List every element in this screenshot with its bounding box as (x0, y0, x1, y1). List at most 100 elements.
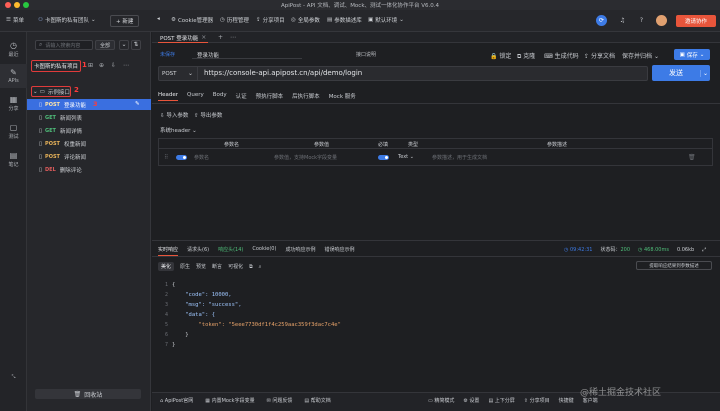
tab-body[interactable]: Body (213, 92, 227, 101)
copy-icon[interactable]: ⧉ (249, 264, 253, 270)
view-raw[interactable]: 原生 (180, 263, 190, 270)
filter-select[interactable]: 全部 (95, 40, 115, 50)
footer-link-website[interactable]: ⌂ ApiPost官网 (160, 397, 193, 404)
team-selector[interactable]: ⚇ 卡图斯的私有团队 ⌄ (38, 16, 96, 24)
view-preview[interactable]: 预览 (196, 263, 206, 270)
url-input[interactable]: https://console-api.apipost.cn/api/demo/… (204, 69, 362, 77)
tab-mock[interactable]: Mock 服务 (329, 92, 356, 101)
close-icon[interactable]: × (201, 34, 206, 41)
clone-button[interactable]: ⧉ 克隆 (517, 51, 535, 61)
search-icon[interactable]: ⌕ (259, 264, 262, 270)
import-params-button[interactable]: ⇩ 导入参数 (160, 111, 188, 119)
add-tab-icon[interactable]: + (218, 34, 223, 41)
folder-row[interactable]: ⌄ ▭ 示例接口 (27, 86, 151, 97)
tab-login[interactable]: POST 登录功能 × (158, 33, 209, 43)
import-icon[interactable]: ⇩ (111, 62, 116, 69)
split-screen-button[interactable]: ▤ 上下分屏 (488, 397, 514, 404)
nav-cookie-manager[interactable]: ⚙ Cookie管理器 (171, 16, 213, 24)
list-item[interactable]: ▯ GET 新闻列表 (27, 112, 151, 123)
tab-error-example[interactable]: 错误响应示例 (324, 246, 354, 256)
required-toggle[interactable] (378, 155, 389, 160)
filter-icon[interactable]: ⌄ (119, 40, 129, 50)
delete-icon[interactable]: 🗑 (688, 154, 696, 161)
menu-button[interactable]: ☰ 菜单 (6, 16, 24, 24)
doc-type[interactable]: 接口说明 (356, 51, 376, 58)
rail-item-test[interactable]: ▢ 测试 (0, 120, 27, 142)
param-name-input[interactable]: 参数名 (194, 154, 209, 161)
tab-auth[interactable]: 认证 (236, 92, 247, 101)
environment-selector[interactable]: ▣ 默认环境 ⌄ (368, 16, 404, 24)
nav-history[interactable]: ◷ 历程管理 (220, 16, 249, 24)
settings-button[interactable]: ⚙ 设置 (463, 397, 479, 404)
window-controls[interactable] (5, 2, 29, 8)
nav-share-project[interactable]: ⇪ 分享项目 (256, 16, 285, 24)
tab-request-headers[interactable]: 请求头(6) (187, 246, 209, 256)
export-params-button[interactable]: ⇧ 导出参数 (194, 111, 222, 119)
extract-params-button[interactable]: 提取响应结果到参数描述 (636, 261, 712, 270)
sort-icon[interactable]: ⇅ (131, 40, 141, 50)
tab-success-example[interactable]: 成功响应示例 (285, 246, 315, 256)
enable-toggle[interactable] (176, 155, 187, 160)
new-folder-icon[interactable]: ⊞ (88, 62, 93, 69)
recycle-bin-button[interactable]: 🗑 回收站 (35, 389, 141, 399)
compact-mode-button[interactable]: ▭ 精简模式 (428, 397, 454, 404)
nav-param-library[interactable]: ▤ 参数描述库 (327, 16, 362, 24)
lock-button[interactable]: 🔒 锁定 (490, 51, 511, 60)
generate-code-button[interactable]: ⌨ 生成代码 (544, 51, 579, 60)
chevron-down-icon[interactable]: ⌄ (700, 69, 710, 77)
rail-item-notes[interactable]: ▤ 笔记 (0, 148, 27, 170)
collapse-icon[interactable]: ⤡ (0, 374, 27, 384)
tab-realtime-response[interactable]: 实时响应 (158, 246, 179, 256)
rail-item-apis[interactable]: ✎ APIs (0, 64, 27, 88)
drag-handle-icon[interactable]: ⠿ (164, 154, 168, 161)
list-item[interactable]: ▯ POST 权重新闻 (27, 138, 151, 149)
invite-button[interactable]: 邀请协作 (676, 15, 716, 27)
tab-menu-icon[interactable]: ⋯ (230, 34, 236, 41)
expand-icon[interactable]: ⤢ (702, 247, 706, 253)
tab-query[interactable]: Query (187, 92, 204, 101)
list-item[interactable]: ▯ POST 登录功能 3 ✎ (27, 99, 151, 110)
system-header-toggle[interactable]: 系统header ⌄ (160, 126, 197, 134)
client-button[interactable]: 客户端 (583, 397, 598, 404)
view-pretty[interactable]: 美化 (158, 262, 175, 271)
share-project-button[interactable]: ⇪ 分享项目 (524, 397, 550, 404)
param-value-input[interactable]: 参数值，支持Mock字段变量 (274, 154, 337, 161)
save-archive-button[interactable]: 保存并归档 ⌄ (622, 51, 659, 60)
share-doc-button[interactable]: ⇪ 分享文档 (584, 51, 615, 60)
new-button[interactable]: + 新建 (110, 15, 140, 27)
maximize-window-icon[interactable] (23, 2, 29, 8)
avatar[interactable] (656, 15, 667, 26)
more-icon[interactable]: ⋯ (123, 62, 129, 69)
sync-icon[interactable]: ⟳ (596, 15, 607, 26)
tab-post-script[interactable]: 后执行脚本 (292, 92, 320, 101)
nav-global-params[interactable]: ◎ 全局参数 (291, 16, 320, 24)
close-window-icon[interactable] (5, 2, 11, 8)
list-item[interactable]: ▯ DEL 删除评论 (27, 164, 151, 175)
bell-icon[interactable]: ♫ (617, 15, 628, 26)
back-arrow-icon[interactable]: ◂ (157, 16, 160, 22)
method-select[interactable]: POST ⌄ (158, 66, 198, 81)
shortcuts-button[interactable]: 快捷键 (559, 397, 574, 404)
help-icon[interactable]: ? (636, 15, 647, 26)
view-assert[interactable]: 断言 (212, 263, 222, 270)
rail-item-recent[interactable]: ◷ 最近 (0, 38, 27, 60)
rail-item-share[interactable]: ▦ 分享 (0, 92, 27, 114)
search-input[interactable]: ⌕ 请输入搜索内容 (35, 40, 93, 50)
minimize-window-icon[interactable] (14, 2, 20, 8)
edit-icon[interactable]: ✎ (135, 101, 140, 107)
tab-header[interactable]: Header (158, 92, 179, 101)
footer-link-help[interactable]: ▤ 帮助文档 (304, 397, 330, 404)
type-select[interactable]: Text ⌄ (398, 154, 414, 160)
add-icon[interactable]: ⊕ (99, 62, 104, 69)
view-visual[interactable]: 可视化 (228, 263, 243, 270)
tab-pre-script[interactable]: 预执行脚本 (256, 92, 284, 101)
param-description-input[interactable]: 参数描述，用于生成文档 (432, 154, 487, 161)
footer-link-mock-vars[interactable]: ▦ 内置Mock字段变量 (205, 397, 254, 404)
send-button[interactable]: 发送 (652, 68, 700, 78)
list-item[interactable]: ▯ GET 新闻详情 (27, 125, 151, 136)
footer-link-feedback[interactable]: ✉ 问题反馈 (267, 397, 293, 404)
tab-cookies[interactable]: Cookie(0) (252, 246, 276, 256)
save-button[interactable]: ▣ 保存 ⌄ (674, 49, 710, 60)
list-item[interactable]: ▯ POST 评论新闻 (27, 151, 151, 162)
tab-response-headers[interactable]: 响应头(14) (218, 246, 243, 256)
